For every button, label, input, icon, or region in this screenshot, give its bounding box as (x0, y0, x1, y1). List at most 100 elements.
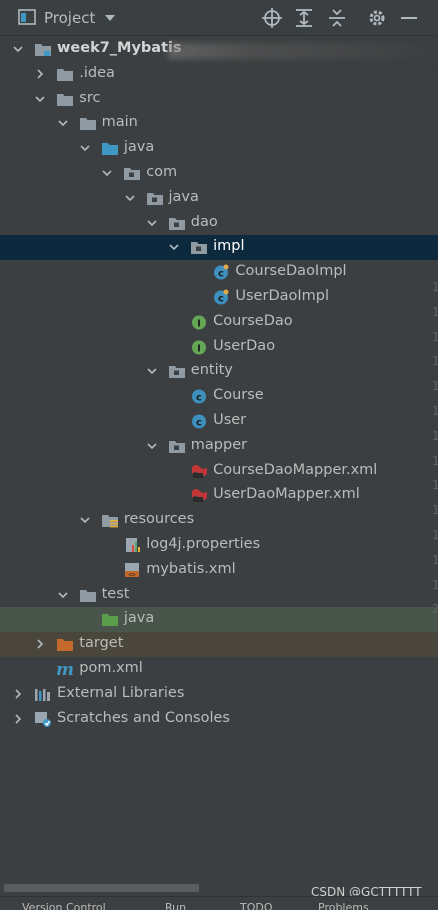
svg-text:c: c (218, 293, 224, 304)
package-icon (168, 217, 185, 230)
tree-node-label: CourseDao (213, 312, 293, 329)
source-folder-icon (101, 143, 118, 156)
tree-node-label: Course (213, 387, 264, 404)
chevron-down-icon[interactable] (34, 93, 46, 105)
tree-node-label: week7_Mybatis (57, 40, 182, 56)
hide-icon[interactable] (398, 7, 420, 29)
dropdown-icon[interactable] (103, 12, 117, 24)
tree-node-label: main (101, 114, 138, 131)
project-view-icon[interactable] (17, 7, 37, 27)
collapse-all-icon[interactable] (326, 7, 348, 29)
tree-node-userdaomapper-xml[interactable]: UserDaoMapper.xml (0, 483, 438, 508)
package-icon (168, 440, 185, 453)
chevron-down-icon[interactable] (79, 142, 91, 154)
tree-node-userdao[interactable]: I UserDao (0, 335, 438, 360)
chevron-down-icon[interactable] (101, 167, 113, 179)
properties-icon (126, 538, 141, 552)
panel-title[interactable]: Project (44, 9, 95, 27)
tree-node-label: .idea (79, 64, 115, 81)
gutter-line-number: 1 (432, 453, 438, 468)
tree-node-dao[interactable]: dao (0, 211, 438, 236)
tree-node-course[interactable]: c Course (0, 384, 438, 409)
tree-node-external-libraries[interactable]: External Libraries (0, 682, 438, 707)
tree-node-label: UserDaoImpl (235, 288, 329, 304)
tree-node-java[interactable]: java (0, 186, 438, 211)
class-icon: c (192, 389, 207, 404)
gutter-line-number: 2 (432, 602, 438, 617)
tree-node-label: UserDao (213, 337, 276, 354)
tree-node-java[interactable]: java (0, 607, 438, 633)
tree-node-main[interactable]: main (0, 111, 438, 136)
tree-node-label: java (168, 188, 199, 205)
folder-icon (79, 589, 96, 602)
chevron-down-icon[interactable] (57, 589, 69, 601)
gutter-line-number: 1 (432, 478, 438, 493)
module-folder-icon (35, 44, 51, 56)
tree-node-impl[interactable]: impl (0, 235, 438, 261)
tree-node-test[interactable]: test (0, 583, 438, 608)
scratches-icon (35, 711, 51, 727)
tree-node-label: dao (190, 213, 218, 230)
tree-node-label: java (123, 139, 155, 156)
mybatis-xml-icon (192, 489, 208, 503)
tree-node-label: entity (190, 362, 233, 379)
chevron-right-icon[interactable] (34, 638, 46, 650)
excluded-folder-icon (57, 639, 74, 652)
test-folder-icon (101, 614, 118, 627)
svg-text:c: c (218, 268, 224, 279)
tree-node-log4j-properties[interactable]: log4j.properties (0, 533, 438, 558)
chevron-down-icon[interactable] (146, 217, 158, 229)
tree-node-label: mybatis.xml (146, 560, 236, 577)
chevron-right-icon[interactable] (12, 713, 24, 725)
chevron-down-icon[interactable] (168, 241, 180, 253)
expand-all-icon[interactable] (293, 7, 315, 29)
gutter-line-number: 1 (432, 428, 438, 443)
tree-node-coursedaoimpl[interactable]: c CourseDaoImpl (0, 260, 438, 285)
chevron-right-icon[interactable] (12, 688, 24, 700)
locate-icon[interactable] (261, 7, 283, 29)
chevron-down-icon[interactable] (79, 514, 91, 526)
tree-node-coursedaomapper-xml[interactable]: CourseDaoMapper.xml (0, 459, 438, 484)
tree-node-label: UserDaoMapper.xml (213, 486, 360, 503)
tree-node-java[interactable]: java (0, 136, 438, 161)
gutter-line-number: 1 (432, 329, 438, 344)
package-icon (168, 366, 185, 379)
chevron-down-icon[interactable] (12, 43, 24, 55)
tree-node-label: External Libraries (57, 684, 185, 701)
class-impl-icon: c (214, 289, 229, 305)
tree-node-scratches-and-consoles[interactable]: Scratches and Consoles (0, 707, 438, 732)
tree-node-pom-xml[interactable]: m pom.xml (0, 657, 438, 682)
tree-node-user[interactable]: c User (0, 409, 438, 434)
horizontal-scrollbar[interactable] (4, 884, 199, 892)
chevron-down-icon[interactable] (124, 192, 136, 204)
folder-icon (57, 68, 74, 81)
tree-node-coursedao[interactable]: I CourseDao (0, 310, 438, 335)
package-icon (191, 242, 208, 255)
tree-node-com[interactable]: com (0, 161, 438, 186)
tree-node-label: CourseDaoMapper.xml (213, 461, 378, 478)
tree-node-mybatis-xml[interactable]: <> mybatis.xml (0, 558, 438, 583)
tree-node-resources[interactable]: resources (0, 508, 438, 533)
tree-node-label: impl (213, 238, 245, 255)
project-tree: week7_Mybatis .idea src main java com java dao i… (0, 37, 438, 882)
chevron-down-icon[interactable] (146, 365, 158, 377)
tree-node-userdaoimpl[interactable]: c UserDaoImpl (0, 285, 438, 310)
editor-gutter: 1 1 1 1 1 1 1 1 1 1 1 1 1 2 (432, 280, 438, 616)
tool-window-bar: Version Control Run TODO Problems (0, 896, 438, 910)
class-icon: c (192, 414, 207, 429)
svg-text:m: m (56, 661, 74, 677)
tree-node-mapper[interactable]: mapper (0, 434, 438, 459)
interface-icon: I (192, 340, 207, 355)
chevron-right-icon[interactable] (34, 68, 46, 80)
tree-node-src[interactable]: src (0, 87, 438, 112)
tree-node-label: target (79, 635, 124, 652)
chevron-down-icon[interactable] (57, 117, 69, 129)
settings-icon[interactable] (366, 7, 388, 29)
tree-node-entity[interactable]: entity (0, 359, 438, 384)
tree-node-target[interactable]: target (0, 632, 438, 657)
tree-node-label: Scratches and Consoles (57, 709, 230, 726)
folder-icon (79, 118, 96, 131)
tree-node-idea[interactable]: .idea (0, 62, 438, 87)
xml-icon: <> (125, 562, 140, 578)
chevron-down-icon[interactable] (146, 440, 158, 452)
